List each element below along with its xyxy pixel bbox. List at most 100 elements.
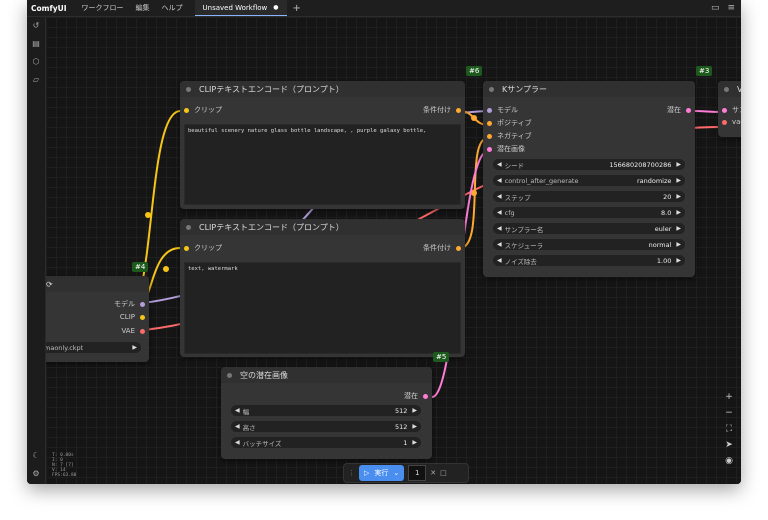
visibility-eye-icon[interactable]: ◉ [725, 456, 733, 466]
run-button[interactable]: ▷ 実行 ⌄ [359, 465, 405, 481]
new-tab-button[interactable]: + [287, 3, 307, 14]
checkpoint-loader-node[interactable]: ⟳ モデル CLIP VAE maonly.ckpt ▶ [46, 276, 149, 362]
node-header[interactable]: VA [718, 81, 741, 97]
output-latent[interactable]: 潜在 [667, 105, 691, 115]
arrow-left-icon[interactable]: ◀ [497, 257, 502, 264]
batch-count-input[interactable]: 1 [408, 465, 427, 481]
cfg-widget[interactable]: ◀ cfg 8.0 ▶ [493, 207, 685, 218]
ckpt-name-combo[interactable]: maonly.ckpt ▶ [46, 342, 141, 353]
canvas-tools: + − ⛶ ➤ ◉ [721, 392, 737, 482]
seed-widget[interactable]: ◀ シード 156680208700286 ▶ [493, 159, 685, 170]
prompt-textarea[interactable]: text, watermark [184, 262, 461, 354]
stop-square-icon[interactable]: □ [440, 469, 447, 477]
width-widget[interactable]: ◀ 幅 512 ▶ [231, 405, 421, 416]
tab-unsaved-workflow[interactable]: Unsaved Workflow ● [194, 0, 287, 16]
arrow-left-icon[interactable]: ◀ [497, 209, 502, 216]
collapse-dot-icon[interactable] [724, 86, 729, 92]
height-widget[interactable]: ◀ 高さ 512 ▶ [231, 421, 421, 432]
arrow-right-icon[interactable]: ▶ [676, 241, 681, 248]
node-header[interactable]: Kサンプラー [483, 81, 695, 97]
clip-text-encode-negative-node[interactable]: CLIPテキストエンコード（プロンプト） クリップ 条件付け text, wat… [180, 219, 465, 357]
arrow-right-icon[interactable]: ▶ [676, 161, 681, 168]
workflows-folder-icon[interactable]: ▱ [31, 75, 41, 85]
node-canvas[interactable]: #4 ⟳ モデル CLIP VAE maonly.ckpt ▶ #6 CLIPテ… [46, 17, 741, 484]
unsaved-dot: ● [273, 4, 279, 11]
node-library-icon[interactable]: ⬡ [31, 57, 41, 67]
arrow-left-icon[interactable]: ◀ [497, 161, 502, 168]
menu-workflow[interactable]: ワークフロー [76, 3, 130, 13]
arrow-right-icon[interactable]: ▶ [676, 177, 681, 184]
empty-latent-image-node[interactable]: 空の潜在画像 潜在 ◀ 幅 512 ▶ ◀ 高さ 512 ▶ ◀ バッチサイズ 1 ▶ [221, 367, 432, 459]
batch-size-widget[interactable]: ◀ バッチサイズ 1 ▶ [231, 437, 421, 448]
arrow-right-icon[interactable]: ▶ [676, 209, 681, 216]
output-conditioning[interactable]: 条件付け [423, 105, 461, 115]
arrow-right-icon[interactable]: ▶ [676, 257, 681, 264]
settings-gear-icon[interactable]: ⚙ [31, 469, 41, 479]
arrow-left-icon[interactable]: ◀ [497, 193, 502, 200]
arrow-right-icon[interactable]: ▶ [412, 439, 417, 446]
node-header[interactable]: CLIPテキストエンコード（プロンプト） [180, 219, 465, 235]
scheduler-widget[interactable]: ◀ スケジューラ normal ▶ [493, 239, 685, 250]
hamburger-menu-icon[interactable]: ≡ [727, 3, 735, 13]
output-vae[interactable]: VAE [121, 327, 145, 335]
node-header[interactable]: CLIPテキストエンコード（プロンプト） [180, 81, 465, 97]
collapse-dot-icon[interactable] [186, 86, 191, 92]
arrow-left-icon[interactable]: ◀ [497, 225, 502, 232]
tab-title: Unsaved Workflow [202, 3, 268, 12]
app-logo[interactable]: ComfyUI [27, 4, 76, 13]
input-samples[interactable]: サンプ [722, 105, 741, 115]
collapse-dot-icon[interactable] [489, 86, 494, 92]
input-clip[interactable]: クリップ [184, 243, 222, 253]
select-pointer-icon[interactable]: ➤ [725, 440, 733, 450]
node-header[interactable]: 空の潜在画像 [221, 367, 432, 383]
prompt-textarea[interactable]: beautiful scenery nature glass bottle la… [184, 124, 461, 205]
node-id-badge-6: #6 [466, 66, 483, 76]
arrow-right-icon[interactable]: ▶ [132, 344, 137, 351]
arrow-left-icon[interactable]: ◀ [497, 177, 502, 184]
vae-decode-node[interactable]: VA サンプ vae [718, 81, 741, 137]
steps-widget[interactable]: ◀ ステップ 20 ▶ [493, 191, 685, 202]
output-model[interactable]: モデル [114, 299, 145, 309]
panel-toggle-icon[interactable]: ▭ [711, 3, 720, 13]
zoom-in-icon[interactable]: + [725, 392, 733, 402]
output-conditioning[interactable]: 条件付け [423, 243, 461, 253]
collapse-dot-icon[interactable] [227, 372, 232, 378]
close-icon[interactable]: ✕ [430, 469, 436, 477]
queue-run-bar: ⋮ ▷ 実行 ⌄ 1 ✕ □ [343, 463, 469, 483]
arrow-left-icon[interactable]: ◀ [235, 439, 240, 446]
input-clip[interactable]: クリップ [184, 105, 222, 115]
menu-edit[interactable]: 編集 [130, 3, 156, 13]
arrow-left-icon[interactable]: ◀ [235, 407, 240, 414]
arrow-left-icon[interactable]: ◀ [235, 423, 240, 430]
comfyui-window: ComfyUI ワークフロー 編集 ヘルプ Unsaved Workflow ●… [27, 0, 741, 484]
fit-view-icon[interactable]: ⛶ [726, 424, 732, 434]
chevron-down-icon[interactable]: ⌄ [393, 469, 399, 477]
collapse-dot-icon[interactable] [186, 224, 191, 230]
control-after-generate-widget[interactable]: ◀ control_after_generate randomize ▶ [493, 175, 685, 186]
theme-moon-icon[interactable]: ☾ [31, 451, 41, 461]
zoom-out-icon[interactable]: − [725, 408, 733, 418]
arrow-right-icon[interactable]: ▶ [676, 193, 681, 200]
menu-help[interactable]: ヘルプ [156, 3, 189, 13]
sampler-name-widget[interactable]: ◀ サンプラー名 euler ▶ [493, 223, 685, 234]
arrow-right-icon[interactable]: ▶ [676, 225, 681, 232]
perf-stats: T: 0.00s I: 0 N: 7 [7] V: 14 FPS:63.80 [52, 453, 77, 478]
output-latent[interactable]: 潜在 [404, 391, 428, 401]
input-model[interactable]: モデル [487, 105, 518, 115]
node-id-badge-5: #5 [433, 352, 450, 362]
arrow-left-icon[interactable]: ◀ [497, 241, 502, 248]
denoise-widget[interactable]: ◀ ノイズ除去 1.00 ▶ [493, 255, 685, 266]
input-latent[interactable]: 潜在画像 [487, 144, 525, 154]
queue-icon[interactable]: ▤ [31, 39, 41, 49]
drag-handle-icon[interactable]: ⋮ [348, 469, 355, 477]
input-vae[interactable]: vae [722, 118, 741, 126]
checkpoint-header[interactable]: ⟳ [46, 276, 149, 292]
ksampler-node[interactable]: Kサンプラー モデル ポジティブ ネガティブ 潜在画像 潜在 ◀ シード 15668… [483, 81, 695, 277]
arrow-right-icon[interactable]: ▶ [412, 407, 417, 414]
clip-text-encode-positive-node[interactable]: CLIPテキストエンコード（プロンプト） クリップ 条件付け beautiful… [180, 81, 465, 209]
input-negative[interactable]: ネガティブ [487, 131, 532, 141]
input-positive[interactable]: ポジティブ [487, 118, 532, 128]
arrow-right-icon[interactable]: ▶ [412, 423, 417, 430]
output-clip[interactable]: CLIP [120, 313, 145, 321]
history-icon[interactable]: ↺ [31, 21, 41, 31]
